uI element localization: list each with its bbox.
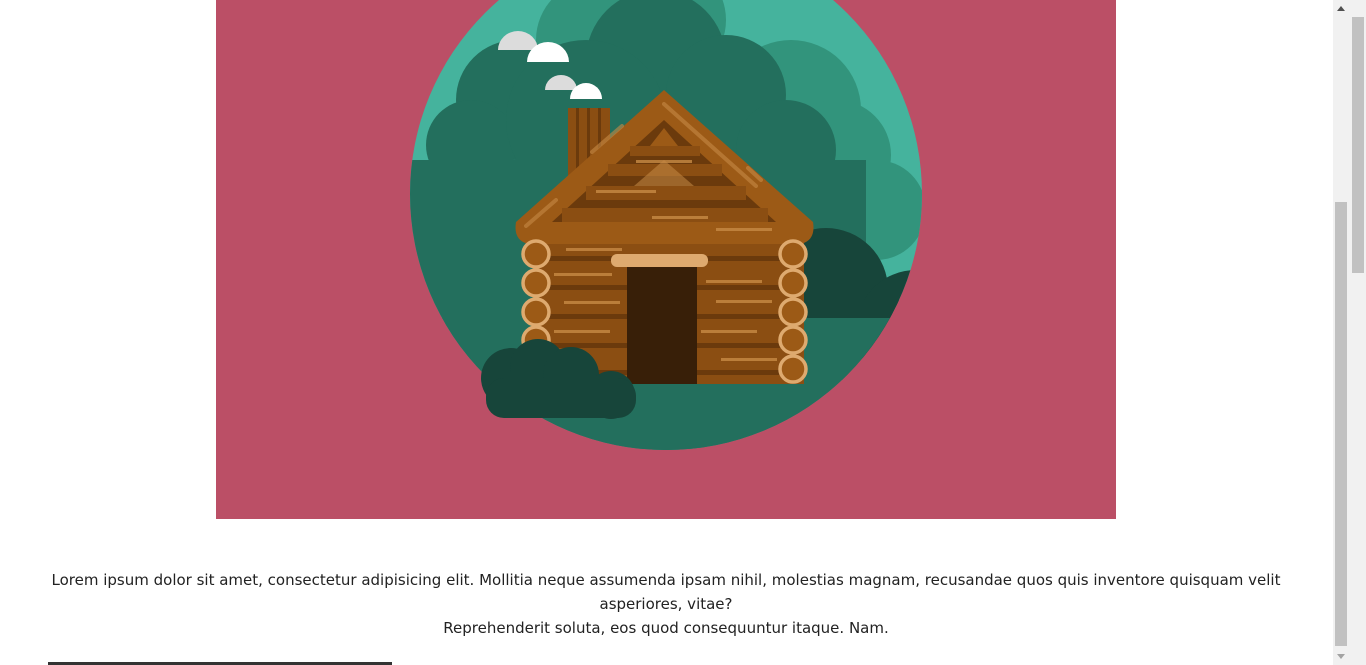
log-cabin-illustration bbox=[410, 0, 922, 450]
window-scrollbar-thumb[interactable] bbox=[1352, 17, 1364, 273]
page: Lorem ipsum dolor sit amet, consectetur … bbox=[0, 0, 1333, 665]
scrollbar-thumb[interactable] bbox=[1335, 202, 1347, 646]
caption-line-1: Lorem ipsum dolor sit amet, consectetur … bbox=[51, 571, 1281, 613]
hero-banner bbox=[216, 0, 1116, 519]
page-scrollbar[interactable] bbox=[1333, 0, 1350, 665]
arrow-up-icon[interactable] bbox=[1333, 0, 1350, 17]
caption-text: Lorem ipsum dolor sit amet, consectetur … bbox=[16, 568, 1316, 640]
window-scrollbar[interactable] bbox=[1350, 0, 1366, 665]
arrow-down-icon[interactable] bbox=[1333, 648, 1350, 665]
caption-line-2: Reprehenderit soluta, eos quod consequun… bbox=[443, 619, 889, 637]
